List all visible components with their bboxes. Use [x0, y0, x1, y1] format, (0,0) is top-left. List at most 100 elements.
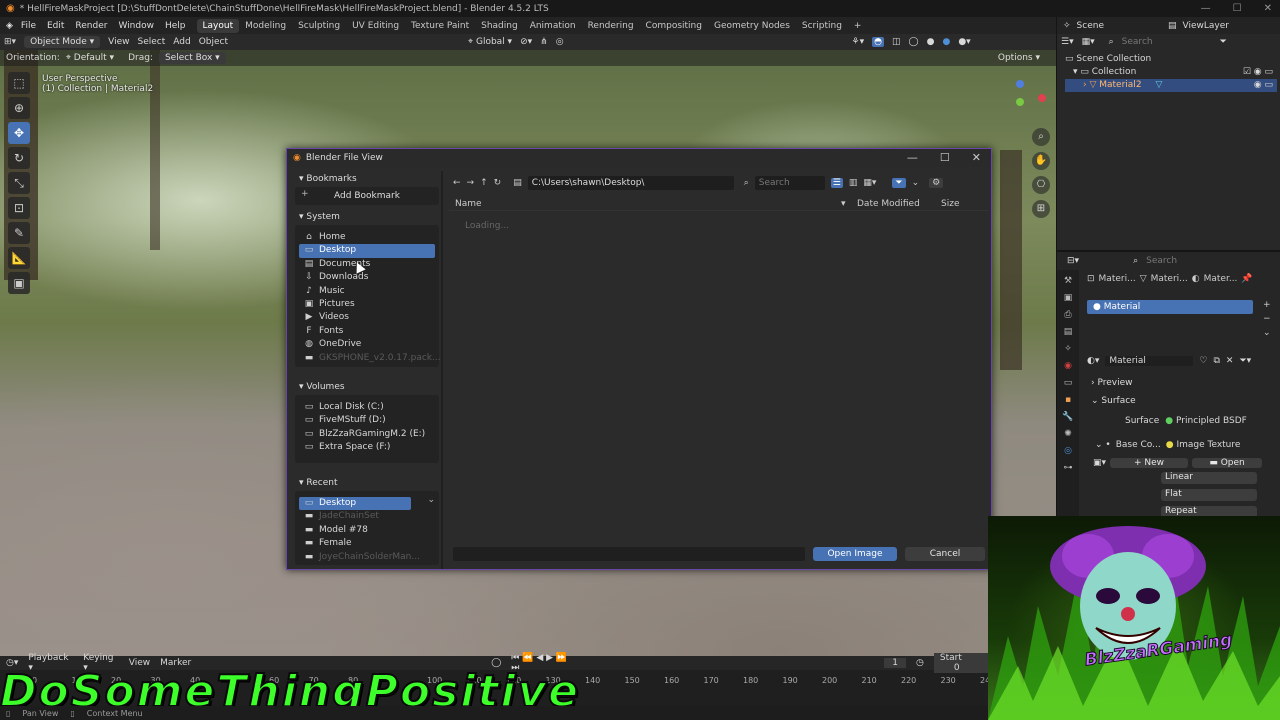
tab-shading[interactable]: Shading	[475, 19, 524, 33]
tab-geometry-nodes[interactable]: Geometry Nodes	[708, 19, 796, 33]
tab-scripting[interactable]: Scripting	[796, 19, 848, 33]
bookmarks-header[interactable]: ▾ Bookmarks	[295, 171, 439, 187]
particles-tab-icon[interactable]: ✺	[1064, 429, 1072, 439]
recent-header[interactable]: ▾ Recent	[295, 475, 439, 491]
thumbnails-icon[interactable]: ▦▾	[863, 178, 876, 188]
base-color-value[interactable]: ● Image Texture	[1166, 440, 1241, 450]
cursor-icon[interactable]: ⊕	[8, 97, 30, 119]
modifier-tab-icon[interactable]: 🔧	[1062, 412, 1073, 422]
unlink-icon[interactable]: ✕	[1226, 356, 1234, 366]
wireframe-shading-icon[interactable]: ◯	[909, 37, 919, 47]
volume-item-d[interactable]: ▭ FiveMStuff (D:)	[299, 414, 435, 427]
cancel-button[interactable]: Cancel	[905, 547, 985, 561]
add-bookmark-button[interactable]: Add Bookmark	[299, 189, 435, 203]
scene-tab-icon[interactable]: ✧	[1064, 344, 1072, 354]
annotate-icon[interactable]: ✎	[8, 222, 30, 244]
world-tab-icon[interactable]: ◉	[1064, 361, 1072, 371]
render-tab-icon[interactable]: ▣	[1064, 293, 1073, 303]
system-item-home[interactable]: ⌂ Home	[299, 231, 435, 244]
system-item-gksphone[interactable]: ▬ GKSPHONE_v2.0.17.pack...	[299, 352, 441, 365]
column-name[interactable]: Name	[449, 199, 841, 209]
record-icon[interactable]: ◯	[491, 658, 501, 668]
blender-menu-icon[interactable]: ◈	[6, 21, 13, 31]
xray-icon[interactable]: ◫	[892, 37, 901, 47]
view-layer-tab-icon[interactable]: ▤	[1064, 327, 1073, 337]
overlay-toggle-icon[interactable]: ◓	[872, 37, 884, 47]
recent-item-joyechain[interactable]: ▬ JoyeChainSolderMan...	[299, 551, 435, 564]
solid-shading-icon[interactable]: ●	[927, 37, 935, 47]
recent-item-model78[interactable]: ▬ Model #78	[299, 524, 435, 537]
view-layer-name[interactable]: ViewLayer	[1183, 21, 1229, 31]
recent-item-jadechainset[interactable]: ▬ JadeChainSet	[299, 510, 435, 523]
recent-menu-icon[interactable]: ⌄	[427, 495, 435, 505]
settings-gear-icon[interactable]: ⚙	[929, 178, 944, 188]
recent-item-female[interactable]: ▬ Female	[299, 537, 435, 550]
tab-compositing[interactable]: Compositing	[640, 19, 708, 33]
filter-dropdown-icon[interactable]: ⌄	[912, 178, 920, 188]
rendered-shading-icon[interactable]: ●▾	[958, 37, 970, 47]
output-tab-icon[interactable]: ⎙	[1064, 310, 1071, 320]
scale-icon[interactable]: ⤡	[8, 172, 30, 194]
timeline-marker-menu[interactable]: Marker	[160, 658, 191, 668]
drag-dropdown[interactable]: Select Box ▾	[158, 52, 226, 64]
column-size[interactable]: Size	[941, 199, 981, 209]
preview-panel[interactable]: › Preview	[1091, 378, 1133, 388]
move-icon[interactable]: ✥	[8, 122, 30, 144]
scene-name[interactable]: Scene	[1077, 21, 1104, 31]
open-image-button[interactable]: Open Image	[813, 547, 897, 561]
system-item-onedrive[interactable]: ◍ OneDrive	[299, 338, 435, 351]
add-cube-icon[interactable]: ▣	[8, 272, 30, 294]
menu-file[interactable]: File	[21, 21, 36, 31]
tree-object-material2[interactable]: › ▽ Material2 ▽ ◉ ▭	[1065, 79, 1277, 92]
properties-search-input[interactable]: Search	[1146, 256, 1226, 266]
image-browse-icon[interactable]: ▣▾	[1093, 458, 1106, 468]
vertical-list-icon[interactable]: ☰	[830, 178, 843, 188]
material-slot-selected[interactable]: ● Material	[1087, 300, 1253, 314]
timeline-view-menu[interactable]: View	[129, 658, 150, 668]
tab-modeling[interactable]: Modeling	[239, 19, 292, 33]
tab-texture-paint[interactable]: Texture Paint	[405, 19, 475, 33]
menu-object[interactable]: Object	[199, 37, 228, 47]
outliner-editor-icon[interactable]: ☰▾	[1061, 37, 1074, 47]
menu-view[interactable]: View	[108, 37, 129, 47]
collection-tab-icon[interactable]: ▭	[1064, 378, 1073, 388]
filter-icon[interactable]: ⏷	[1220, 37, 1227, 47]
tree-collection[interactable]: ▾ ▭ Collection ☑ ◉ ▭	[1065, 66, 1277, 79]
options-dropdown[interactable]: Options ▾	[998, 53, 1040, 63]
dialog-maximize-icon[interactable]: ☐	[940, 149, 950, 167]
material-name-field[interactable]: Material	[1105, 355, 1194, 366]
surface-panel[interactable]: ⌄ Surface	[1091, 396, 1136, 406]
system-item-documents[interactable]: ▤ Documents	[299, 258, 435, 271]
menu-select[interactable]: Select	[138, 37, 166, 47]
constraints-tab-icon[interactable]: ⊶	[1064, 463, 1073, 473]
orientation-dropdown[interactable]: ⌖ Default ▾	[66, 53, 114, 63]
system-item-pictures[interactable]: ▣ Pictures	[299, 298, 435, 311]
rotate-icon[interactable]: ↻	[8, 147, 30, 169]
tab-animation[interactable]: Animation	[524, 19, 582, 33]
outliner-search-input[interactable]: Search	[1122, 37, 1212, 47]
fake-user-icon[interactable]: ♡	[1199, 356, 1207, 366]
parent-dir-icon[interactable]: ↑	[480, 178, 488, 188]
interpolation-dropdown[interactable]: Linear	[1161, 472, 1257, 484]
select-box-icon[interactable]: ⬚	[8, 72, 30, 94]
minimize-icon[interactable]: —	[1201, 0, 1211, 17]
projection-dropdown[interactable]: Flat	[1161, 489, 1257, 501]
menu-add[interactable]: Add	[173, 37, 190, 47]
sort-icon[interactable]: ▾	[841, 199, 857, 209]
tab-rendering[interactable]: Rendering	[582, 19, 640, 33]
tool-tab-icon[interactable]: ⚒	[1064, 276, 1072, 286]
tab-layout[interactable]: Layout	[196, 18, 240, 33]
dialog-close-icon[interactable]: ✕	[972, 149, 981, 167]
close-icon[interactable]: ✕	[1264, 0, 1272, 17]
tab-uv-editing[interactable]: UV Editing	[346, 19, 405, 33]
file-search-input[interactable]: Search	[754, 176, 825, 190]
system-item-downloads[interactable]: ⇩ Downloads	[299, 271, 435, 284]
back-icon[interactable]: ←	[453, 178, 461, 188]
volume-item-f[interactable]: ▭ Extra Space (F:)	[299, 441, 435, 454]
visibility-icons[interactable]: ☑ ◉ ▭	[1243, 66, 1273, 79]
duplicate-icon[interactable]: ⧉	[1213, 356, 1219, 366]
material-filter-icon[interactable]: ⏷▾	[1239, 356, 1251, 366]
file-filter-icon[interactable]: ⏷	[892, 178, 906, 188]
timeline-editor-icon[interactable]: ◷▾	[6, 658, 18, 668]
image-open-button[interactable]: ▬ Open	[1192, 457, 1263, 468]
